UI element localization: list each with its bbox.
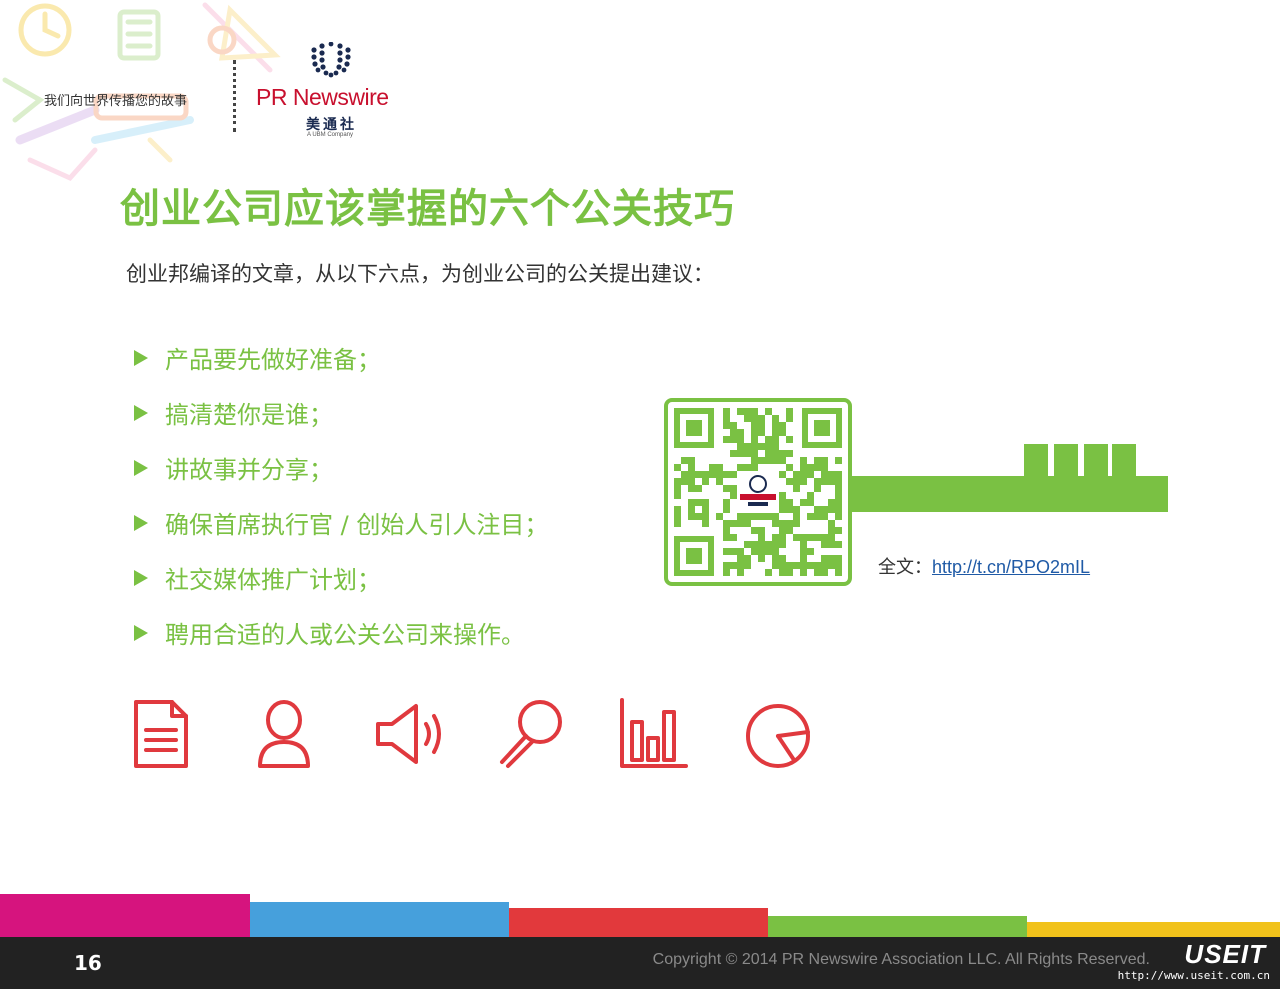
bar-red [509, 908, 768, 938]
tip-text: 聘用合适的人或公关公司来操作。 [165, 621, 525, 649]
document-icon [134, 700, 188, 768]
color-bars [0, 894, 1280, 938]
tip-item: 搞清楚你是谁； [134, 385, 548, 440]
icon-row [134, 698, 810, 768]
triangle-bullet-icon [134, 459, 148, 476]
tips-list: 产品要先做好准备； 搞清楚你是谁； 讲故事并分享； 确保首席执行官 / 创始人引… [134, 330, 548, 660]
page-title: 创业公司应该掌握的六个公关技巧 [120, 186, 735, 232]
tip-item: 产品要先做好准备； [134, 330, 548, 385]
triangle-bullet-icon [134, 514, 148, 531]
tip-item: 讲故事并分享； [134, 440, 548, 495]
logo-brand-name: PR Newswire [256, 84, 389, 110]
fulltext-link-row: 全文：http://t.cn/RPO2mIL [878, 553, 1090, 579]
fulltext-link[interactable]: http://t.cn/RPO2mIL [932, 557, 1090, 577]
logo-chinese-name: 美通社 [306, 117, 357, 133]
tip-text: 产品要先做好准备； [165, 346, 381, 374]
magnifier-icon [500, 700, 562, 768]
pie-chart-icon [746, 704, 810, 768]
pr-newswire-logo-icon [311, 42, 351, 78]
logo-subtitle: A UBM Company [307, 132, 354, 138]
triangle-bullet-icon [134, 349, 148, 366]
tip-item: 社交媒体推广计划； [134, 550, 548, 605]
tip-item: 聘用合适的人或公关公司来操作。 [134, 605, 548, 660]
bar-green [768, 916, 1027, 938]
fulltext-label: 全文： [878, 557, 932, 578]
tip-text: 搞清楚你是谁； [165, 401, 333, 429]
triangle-bullet-icon [134, 569, 148, 586]
tip-text: 社交媒体推广计划； [165, 566, 381, 594]
bar-yellow [1027, 922, 1280, 938]
intro-text: 创业邦编译的文章，从以下六点，为创业公司的公关提出建议： [126, 262, 714, 286]
tip-text: 确保首席执行官 / 创始人引人注目； [165, 511, 549, 539]
bar-magenta [0, 894, 250, 938]
tip-item: 确保首席执行官 / 创始人引人注目； [134, 495, 548, 550]
copyright-text: Copyright © 2014 PR Newswire Association… [652, 951, 1150, 968]
person-icon [258, 700, 310, 768]
triangle-bullet-icon [134, 624, 148, 641]
triangle-bullet-icon [134, 404, 148, 421]
footer: 16 Copyright © 2014 PR Newswire Associat… [0, 937, 1280, 989]
bar-chart-icon [620, 698, 688, 768]
tip-text: 讲故事并分享； [165, 456, 333, 484]
bar-blue [250, 902, 509, 938]
speaker-icon [376, 704, 441, 764]
watermark-brand: USEIT [1184, 939, 1266, 969]
header-separator [233, 60, 236, 132]
header-tagline: 我们向世界传播您的故事 [44, 94, 188, 109]
page-number: 16 [74, 951, 102, 975]
watermark-url: http://www.useit.com.cn [1117, 969, 1270, 982]
